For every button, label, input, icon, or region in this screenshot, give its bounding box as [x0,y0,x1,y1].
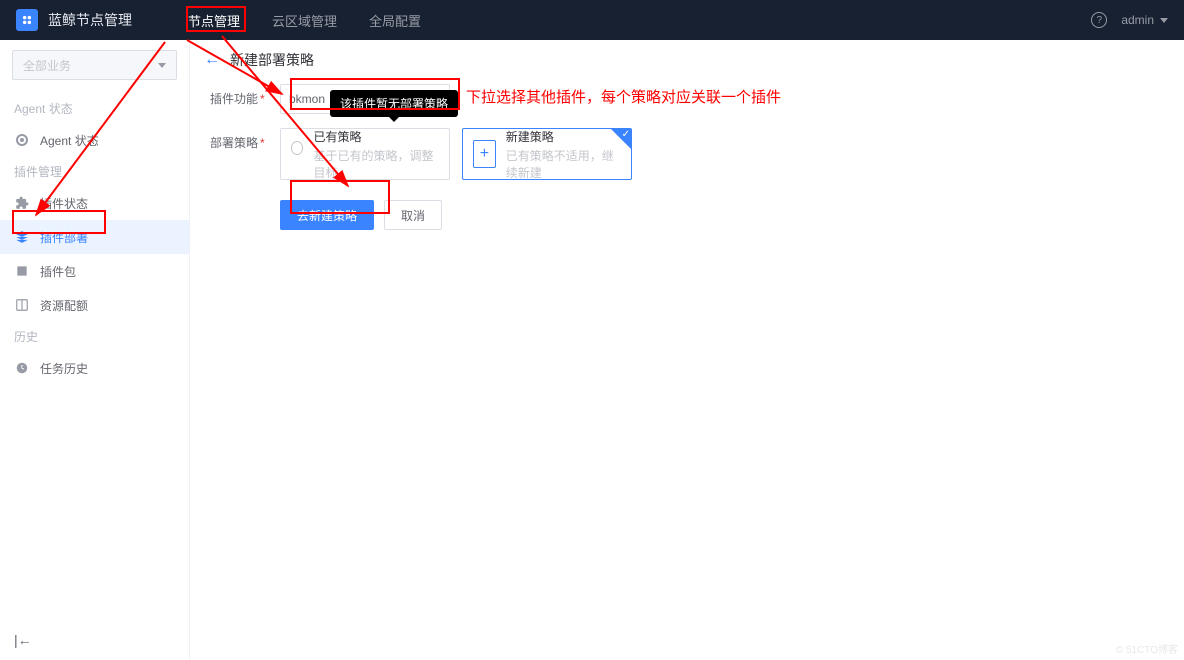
sidebar-item-label: 插件状态 [40,195,88,212]
nav-cloud-region[interactable]: 云区域管理 [256,0,353,40]
nav-node-manage[interactable]: 节点管理 [172,0,256,40]
nav-global-config[interactable]: 全局配置 [353,0,437,40]
tooltip-no-strategy: 该插件暂无部署策略 [330,90,458,117]
top-nav: 节点管理 云区域管理 全局配置 [172,0,437,40]
card-title: 已有策略 [313,128,439,145]
cancel-button[interactable]: 取消 [384,200,442,230]
card-desc: 已有策略不适用，继续新建 [506,147,621,181]
sidebar-item-label: 插件部署 [40,229,88,246]
sidebar-item-label: 资源配额 [40,297,88,314]
plugin-select-value: bkmon [289,92,325,106]
check-icon [611,129,631,149]
sidebar-item-plugin-deploy[interactable]: 插件部署 [0,220,189,254]
card-title: 新建策略 [506,128,621,145]
create-strategy-button[interactable]: 去新建策略 [280,200,374,230]
watermark: © 51CTO博客 [1116,641,1178,656]
logo-icon [16,9,38,31]
plugin-label: 插件功能* [210,84,280,107]
card-desc: 基于已有的策略，调整目标 [313,147,439,181]
package-icon [14,263,30,279]
user-name: admin [1121,13,1154,27]
business-select[interactable]: 全部业务 [12,50,177,80]
sidebar-item-task-history[interactable]: 任务历史 [0,351,189,385]
sidebar-group-plugin: 插件管理 [0,157,189,186]
back-arrow-icon[interactable]: ← [204,51,220,69]
page-head: ← 新建部署策略 [190,40,1184,80]
chevron-down-icon [158,63,166,68]
app-header: 蓝鲸节点管理 节点管理 云区域管理 全局配置 ? admin [0,0,1184,40]
sidebar: 全部业务 Agent 状态 Agent 状态 插件管理 插件状态 插件部署 插件… [0,40,190,660]
sidebar-item-resource-quota[interactable]: 资源配额 [0,288,189,322]
brand-title: 蓝鲸节点管理 [48,10,132,30]
plus-icon: + [473,140,496,168]
new-strategy-card[interactable]: + 新建策略 已有策略不适用，继续新建 [462,128,632,180]
sidebar-item-label: 插件包 [40,263,76,280]
existing-strategy-card[interactable]: 已有策略 基于已有的策略，调整目标 [280,128,450,180]
sidebar-item-label: Agent 状态 [40,132,99,149]
sidebar-item-agent-status[interactable]: Agent 状态 [0,123,189,157]
puzzle-icon [14,195,30,211]
clock-icon [14,360,30,376]
user-menu[interactable]: admin [1121,13,1168,27]
sidebar-item-label: 任务历史 [40,360,88,377]
strategy-label: 部署策略* [210,128,280,151]
quota-icon [14,297,30,313]
sidebar-collapse-icon[interactable]: |← [14,632,32,648]
sidebar-group-history: 历史 [0,322,189,351]
help-icon[interactable]: ? [1091,12,1107,28]
business-select-placeholder: 全部业务 [23,57,71,74]
sidebar-group-agent: Agent 状态 [0,94,189,123]
radio-icon [14,132,30,148]
main-content: ← 新建部署策略 插件功能* bkmon 部署策略* 已有策略 基于已有的策略，… [190,40,1184,660]
sidebar-item-plugin-status[interactable]: 插件状态 [0,186,189,220]
caret-down-icon [1160,18,1168,23]
sidebar-item-plugin-package[interactable]: 插件包 [0,254,189,288]
deploy-icon [14,229,30,245]
radio-unchecked-icon [291,141,303,155]
page-title: 新建部署策略 [230,50,314,70]
